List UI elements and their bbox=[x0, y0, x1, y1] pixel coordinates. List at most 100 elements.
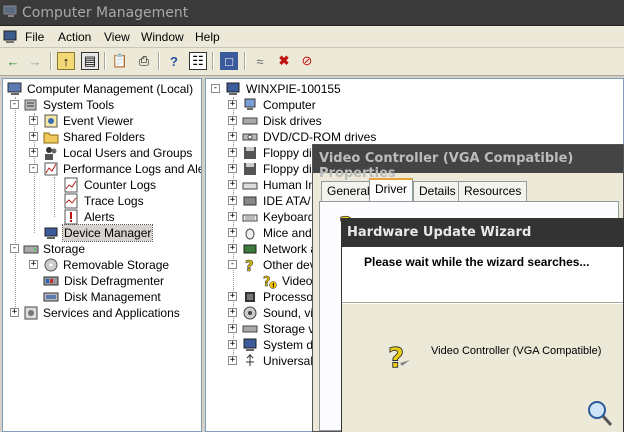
menu-window[interactable]: Window bbox=[141, 30, 184, 44]
collapse-icon[interactable]: - bbox=[228, 260, 237, 269]
expand-icon[interactable]: + bbox=[228, 324, 237, 333]
device-category-label: Processor bbox=[263, 290, 318, 304]
device-category-label: Mice and bbox=[263, 226, 312, 240]
expand-icon[interactable]: + bbox=[228, 244, 237, 253]
tree-item-label: Performance Logs and Alerts bbox=[63, 162, 201, 176]
expand-icon[interactable]: + bbox=[228, 196, 237, 205]
help-icon[interactable]: ? bbox=[165, 52, 183, 70]
device-category-label: Computer bbox=[263, 98, 316, 112]
computer-management-icon bbox=[3, 5, 17, 17]
toolbar-separator bbox=[50, 52, 52, 70]
device-root-label: WINXPIE-100155 bbox=[246, 82, 341, 96]
tab-resources[interactable]: Resources bbox=[458, 181, 528, 201]
device-category[interactable]: + Disk drives bbox=[228, 113, 418, 129]
tree-item-root[interactable]: Computer Management (Local) bbox=[7, 81, 201, 97]
wizard-title: Hardware Update Wizard bbox=[342, 219, 623, 247]
removable-storage-icon bbox=[44, 258, 58, 272]
print-icon[interactable]: ⎙ bbox=[135, 52, 153, 70]
search-magnifier-icon bbox=[588, 401, 613, 426]
collapse-icon[interactable]: - bbox=[10, 244, 19, 253]
details-icon[interactable]: ☷ bbox=[189, 52, 207, 70]
expand-icon[interactable]: + bbox=[228, 228, 237, 237]
device-root[interactable]: - WINXPIE-100155 bbox=[210, 81, 410, 97]
wizard-device-name: Video Controller (VGA Compatible) bbox=[431, 345, 602, 357]
menu-file[interactable]: File bbox=[25, 30, 44, 44]
processor-icon bbox=[245, 292, 255, 302]
tree-item-local-users[interactable]: + Local Users and Groups bbox=[27, 145, 201, 161]
tree-item-alerts[interactable]: Alerts bbox=[63, 209, 193, 225]
expand-icon[interactable]: + bbox=[10, 308, 19, 317]
back-icon[interactable]: ← bbox=[4, 52, 22, 70]
show-hide-tree-icon[interactable]: ▤ bbox=[81, 52, 99, 70]
tab-details[interactable]: Details bbox=[413, 181, 462, 201]
network-icon[interactable]: ≈ bbox=[251, 52, 269, 70]
properties-icon[interactable]: 📋 bbox=[111, 52, 129, 70]
expand-icon[interactable]: + bbox=[29, 132, 38, 141]
device-question-icon: ? bbox=[388, 341, 410, 373]
toolbar-separator bbox=[158, 52, 160, 70]
collapse-icon[interactable]: - bbox=[29, 164, 38, 173]
device-category-label: IDE ATA/ bbox=[263, 194, 311, 208]
expand-icon[interactable]: + bbox=[29, 116, 38, 125]
device-category[interactable]: + DVD/CD-ROM drives bbox=[228, 129, 418, 145]
menu-view[interactable]: View bbox=[104, 30, 130, 44]
device-category-label: Floppy dis bbox=[263, 162, 318, 176]
menu-action[interactable]: Action bbox=[58, 30, 91, 44]
device-category-label: Network a bbox=[263, 242, 318, 256]
forward-icon[interactable]: → bbox=[26, 52, 44, 70]
tree-item-device-manager[interactable]: Device Manager bbox=[43, 224, 163, 242]
tree-item-shared-folders[interactable]: + Shared Folders bbox=[27, 129, 197, 145]
expand-icon[interactable]: + bbox=[228, 164, 237, 173]
expand-icon[interactable]: + bbox=[228, 356, 237, 365]
tree-item-removable-storage[interactable]: + Removable Storage bbox=[27, 257, 197, 273]
svg-text:?: ? bbox=[263, 275, 271, 289]
system-menu-icon[interactable] bbox=[3, 29, 19, 45]
expand-icon[interactable]: + bbox=[228, 212, 237, 221]
device-icon[interactable]: □ bbox=[220, 52, 238, 70]
collapse-icon[interactable]: - bbox=[10, 100, 19, 109]
up-icon[interactable]: ↑ bbox=[57, 52, 75, 70]
device-category[interactable]: + Computer bbox=[228, 97, 418, 113]
system-devices-icon bbox=[243, 338, 257, 351]
tab-general[interactable]: General bbox=[321, 181, 376, 201]
expand-icon[interactable]: + bbox=[228, 340, 237, 349]
expand-icon[interactable]: + bbox=[228, 100, 237, 109]
collapse-icon[interactable]: - bbox=[211, 84, 220, 93]
expand-icon[interactable]: + bbox=[29, 260, 38, 269]
expand-icon[interactable]: + bbox=[228, 148, 237, 157]
computer-icon bbox=[244, 98, 256, 110]
expand-icon[interactable]: + bbox=[228, 132, 237, 141]
tree-item-counter-logs[interactable]: Counter Logs bbox=[63, 177, 193, 193]
uninstall-icon[interactable]: ✖ bbox=[275, 52, 293, 70]
tree-item-disk-management[interactable]: Disk Management bbox=[43, 289, 201, 305]
other-devices-icon: ? bbox=[245, 257, 254, 273]
tab-driver[interactable]: Driver bbox=[369, 178, 413, 202]
expand-icon[interactable]: + bbox=[228, 180, 237, 189]
device-manager-icon bbox=[44, 227, 58, 239]
tree-item-label: Alerts bbox=[84, 210, 115, 224]
tree-item-system-tools[interactable]: - System Tools bbox=[9, 97, 199, 113]
tree-item-trace-logs[interactable]: Trace Logs bbox=[63, 193, 193, 209]
tree-item-services-apps[interactable]: + Services and Applications bbox=[9, 305, 201, 321]
device-category-label: Disk drives bbox=[263, 114, 322, 128]
expand-icon[interactable]: + bbox=[29, 148, 38, 157]
properties-dialog-title: Video Controller (VGA Compatible) Proper… bbox=[313, 145, 623, 181]
trace-logs-icon bbox=[64, 193, 78, 209]
menu-help[interactable]: Help bbox=[195, 30, 220, 44]
expand-icon[interactable]: + bbox=[228, 292, 237, 301]
disk-defragmenter-icon bbox=[43, 276, 59, 286]
expand-icon[interactable]: + bbox=[228, 116, 237, 125]
tree-item-disk-defrag[interactable]: Disk Defragmenter bbox=[43, 273, 201, 289]
tree-item-storage[interactable]: - Storage bbox=[9, 241, 199, 257]
device-category-label: Human In bbox=[263, 178, 316, 192]
console-tree-pane[interactable]: Computer Management (Local) - System Too… bbox=[2, 78, 202, 432]
tree-item-event-viewer[interactable]: + Event Viewer bbox=[27, 113, 197, 129]
tree-item-perf-logs[interactable]: - Performance Logs and Alerts bbox=[27, 161, 201, 177]
tree-line bbox=[15, 97, 16, 313]
computer-management-icon bbox=[7, 82, 22, 95]
device-category-label: DVD/CD-ROM drives bbox=[263, 130, 377, 144]
toolbar-separator bbox=[212, 52, 214, 70]
expand-icon[interactable]: + bbox=[228, 308, 237, 317]
disable-icon[interactable]: ⊘ bbox=[298, 52, 316, 70]
shared-folder-icon bbox=[43, 132, 59, 144]
